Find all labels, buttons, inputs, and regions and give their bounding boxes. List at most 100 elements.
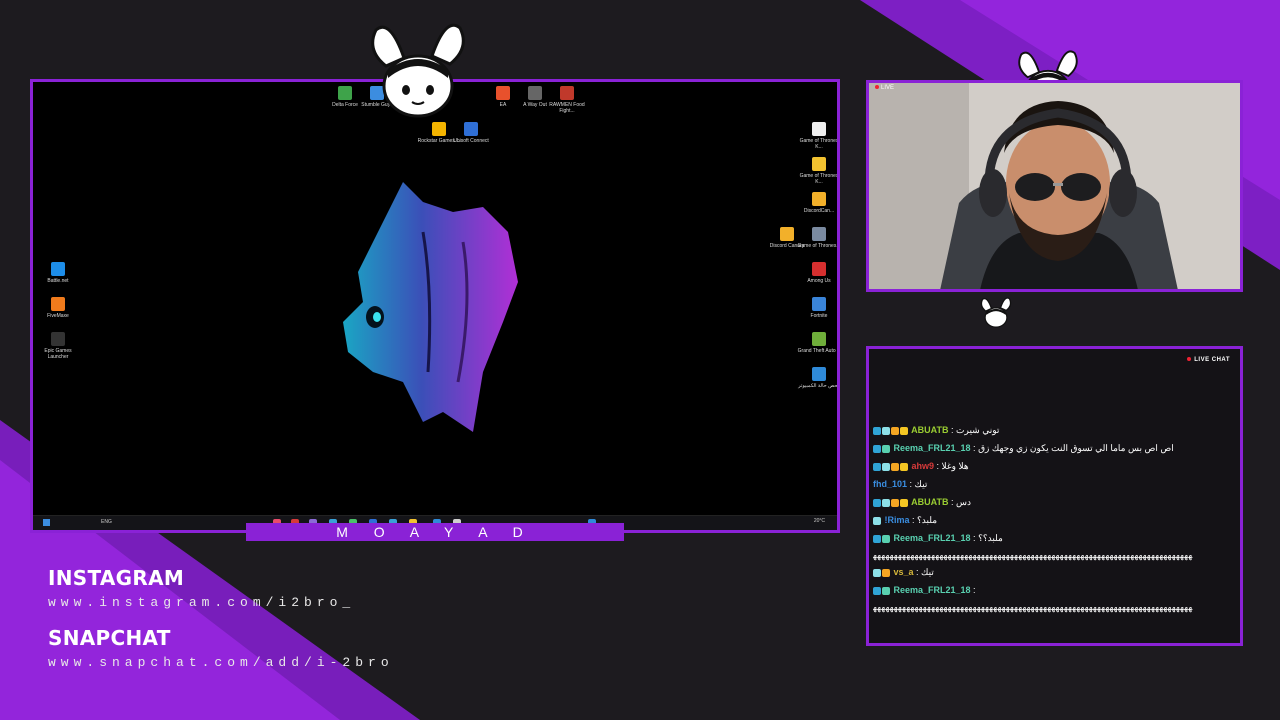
groot-wallpaper-art bbox=[343, 182, 518, 432]
ubisoft-icon bbox=[464, 122, 478, 136]
a-way-out-icon bbox=[528, 86, 542, 100]
chat-badges bbox=[873, 564, 891, 581]
ea-icon bbox=[496, 86, 510, 100]
chat-message-text: : bbox=[973, 585, 976, 595]
chat-message: ABUATB : دس bbox=[873, 493, 1237, 511]
chat-badge-icon bbox=[873, 445, 881, 454]
chat-message: Reema_FRL21_18 : ملبد؟؟ bbox=[873, 529, 1237, 547]
desktop-shortcut[interactable]: Grand Theft Auto V bbox=[797, 332, 840, 354]
chat-message-text: : تيك bbox=[909, 479, 928, 489]
chat-message: !Rima : ملبد؟ bbox=[873, 511, 1237, 529]
chat-username[interactable]: ahw9 bbox=[909, 461, 937, 471]
chat-badge-icon bbox=[873, 587, 881, 596]
chat-message-list: ABUATB : توني شيرت Reema_FRL21_18 : اص ا… bbox=[873, 421, 1237, 615]
webcam-live-label: LIVE bbox=[875, 85, 894, 91]
instagram-url[interactable]: www.instagram.com/i2bro_ bbox=[48, 595, 355, 610]
chat-message: vs_a : تيك bbox=[873, 563, 1237, 581]
live-chat-panel: LIVE CHAT ABUATB : توني شيرت Reema_FRL21… bbox=[866, 346, 1243, 646]
chat-username[interactable]: ABUATB bbox=[909, 497, 951, 507]
desktop-shortcut[interactable]: FiveMaxe bbox=[36, 297, 80, 319]
chat-message-text: ﻬﻬﻬﻬﻬﻬﻬﻬﻬﻬﻬﻬﻬﻬﻬﻬﻬﻬﻬﻬﻬﻬﻬﻬﻬﻬﻬﻬﻬﻬﻬﻬﻬﻬﻬﻬﻬﻬﻬﻬ… bbox=[873, 602, 1193, 612]
chat-username[interactable]: ABUATB bbox=[909, 425, 951, 435]
chat-badge-icon bbox=[882, 535, 890, 544]
chat-message-text: : دس bbox=[951, 497, 972, 507]
rawmen-icon bbox=[560, 86, 574, 100]
chat-badges bbox=[873, 494, 909, 511]
desktop-shortcut[interactable]: Among Us bbox=[797, 262, 837, 284]
desktop-shortcut[interactable]: Game of Thrones K... bbox=[797, 122, 839, 150]
desktop-shortcut[interactable]: DiscordCan... bbox=[797, 192, 837, 214]
pc-health-icon bbox=[812, 367, 826, 381]
desktop-shortcut-label: Battle.net bbox=[47, 278, 69, 284]
chat-badge-icon bbox=[873, 517, 881, 526]
chat-message-text: : هلا وغلا bbox=[936, 461, 969, 471]
chat-badge-icon bbox=[873, 569, 881, 578]
taskbar-temperature: 20°C bbox=[813, 518, 825, 524]
desktop-shortcut-label: RAWMEN Food Fight... bbox=[549, 102, 585, 114]
chat-badge-icon bbox=[873, 535, 881, 544]
chat-message-text: : ملبد؟؟ bbox=[973, 533, 1003, 543]
chat-message-text: : توني شيرت bbox=[951, 425, 1000, 435]
battlenet-icon bbox=[51, 262, 65, 276]
snapchat-url[interactable]: www.snapchat.com/add/i-2bro bbox=[48, 655, 394, 670]
desktop-shortcut-label: Fortnite bbox=[810, 313, 828, 319]
chat-badge-icon bbox=[882, 569, 890, 578]
chat-header-label: LIVE CHAT bbox=[1194, 357, 1230, 363]
desktop-shortcut-label: Game of Thrones K... bbox=[799, 138, 839, 150]
chat-badges bbox=[873, 422, 909, 439]
streamer-name-bar: M O A Y A D bbox=[246, 523, 624, 541]
chat-badge-icon bbox=[891, 463, 899, 472]
chat-badge-icon bbox=[873, 499, 881, 508]
desktop-shortcut[interactable]: Discord Canary bbox=[765, 227, 809, 249]
desktop-shortcut[interactable]: Epic Games Launcher bbox=[36, 332, 80, 360]
desktop-shortcut-label: Among Us bbox=[807, 278, 831, 284]
desktop-shortcut-label: DiscordCan... bbox=[803, 208, 835, 214]
chat-badge-icon bbox=[882, 499, 890, 508]
chat-username[interactable]: Reema_FRL21_18 bbox=[891, 443, 973, 453]
desktop-shortcut[interactable]: Ubisoft Connect bbox=[449, 122, 493, 144]
chat-badge-icon bbox=[882, 427, 890, 436]
desktop-shortcut[interactable]: Game of Thrones K... bbox=[797, 157, 839, 185]
desktop-shortcut[interactable]: فحص حالة الكمبيوتر bbox=[797, 367, 837, 389]
chat-header: LIVE CHAT bbox=[1187, 357, 1230, 363]
chat-badge-icon bbox=[891, 427, 899, 436]
taskbar-language[interactable]: ENG bbox=[101, 519, 112, 525]
chat-username[interactable]: Reema_FRL21_18 bbox=[891, 533, 973, 543]
chat-badges bbox=[873, 458, 909, 475]
epic-games-icon bbox=[51, 332, 65, 346]
fortnite-icon bbox=[812, 297, 826, 311]
chat-badges bbox=[873, 440, 891, 457]
chat-username[interactable]: vs_a bbox=[891, 567, 916, 577]
chat-message-text: : ملبد؟ bbox=[912, 515, 938, 525]
chat-badge-icon bbox=[900, 463, 908, 472]
instagram-title: INSTAGRAM bbox=[48, 566, 185, 590]
chat-message: ABUATB : توني شيرت bbox=[873, 421, 1237, 439]
among-us-icon bbox=[812, 262, 826, 276]
chat-badge-icon bbox=[873, 463, 881, 472]
chat-badge-icon bbox=[882, 587, 890, 596]
chat-username[interactable]: !Rima bbox=[882, 515, 912, 525]
desktop-shortcut[interactable]: Fortnite bbox=[797, 297, 837, 319]
desktop-shortcut-label: Grand Theft Auto V bbox=[797, 348, 840, 354]
start-icon[interactable] bbox=[43, 519, 50, 526]
bunny-mascot-icon bbox=[371, 23, 465, 118]
desktop-shortcut-label: Game of Thrones K... bbox=[799, 173, 839, 185]
desktop-shortcut-label: Epic Games Launcher bbox=[44, 348, 72, 360]
chat-message: fhd_101 : تيك bbox=[873, 475, 1237, 493]
desktop-shortcut[interactable]: Battle.net bbox=[36, 262, 80, 284]
webcam-feed: LIVE bbox=[866, 80, 1243, 292]
chat-badges bbox=[873, 530, 891, 547]
folder-icon bbox=[812, 157, 826, 171]
chat-message: ahw9 : هلا وغلا bbox=[873, 457, 1237, 475]
desktop-shortcut[interactable]: RAWMEN Food Fight... bbox=[545, 86, 589, 114]
chat-message: Reema_FRL21_18 : bbox=[873, 581, 1237, 599]
chat-badge-icon bbox=[873, 427, 881, 436]
chat-badge-icon bbox=[882, 463, 890, 472]
fivem-icon bbox=[51, 297, 65, 311]
chat-username[interactable]: fhd_101 bbox=[873, 479, 910, 489]
discord-icon bbox=[780, 227, 794, 241]
desktop-capture: Delta Force Stumble Guys EA A Way Out RAWMEN… bbox=[30, 79, 840, 533]
chat-username[interactable]: Reema_FRL21_18 bbox=[891, 585, 973, 595]
desktop-shortcut-label: A Way Out bbox=[523, 102, 547, 108]
chat-badge-icon bbox=[891, 499, 899, 508]
